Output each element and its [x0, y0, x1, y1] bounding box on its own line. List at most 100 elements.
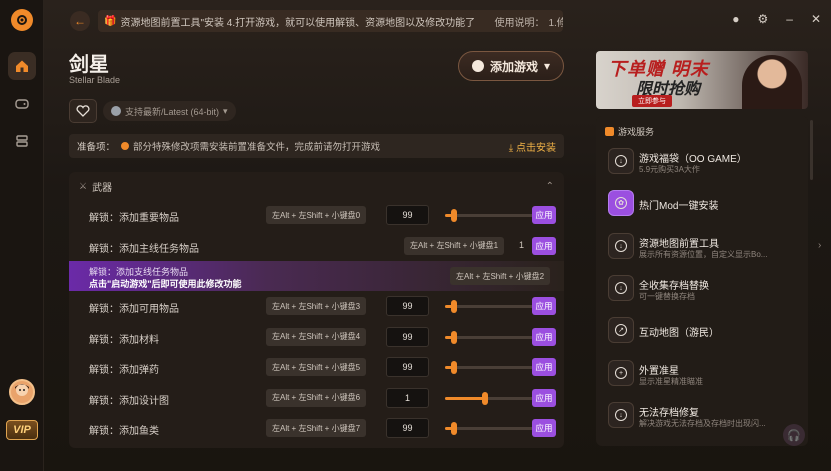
steam-icon	[471, 60, 484, 72]
cheat-name: 解锁：添加设计图	[89, 395, 169, 407]
launch-tip: 点击"启动游戏"后即可使用此修改功能	[89, 279, 242, 289]
section-header[interactable]: ⚔ 武器 ⌃	[69, 172, 564, 200]
service-item[interactable]: + 外置准星 显示准星精准瞄准	[608, 360, 803, 390]
apply-button[interactable]: 应用	[532, 206, 556, 224]
cheat-row-highlighted: 解锁：添加支线任务物品 点击"启动游戏"后即可使用此修改功能 左Alt + 左S…	[69, 261, 564, 291]
nav-storage-button[interactable]	[8, 127, 36, 155]
services-scrollbar[interactable]	[810, 120, 813, 180]
settings-icon[interactable]: ⚙	[757, 12, 768, 26]
hotkey-badge[interactable]: 左Alt + 左Shift + 小键盘0	[266, 206, 367, 224]
version-select[interactable]: 支持最新/Latest (64-bit) ▾	[103, 101, 236, 121]
nav-home-button[interactable]	[8, 52, 36, 80]
cheat-name: 解锁：添加重要物品	[89, 213, 179, 224]
services-header: 游戏服务	[605, 125, 654, 138]
install-label: 点击安装	[516, 142, 556, 154]
slider-knob[interactable]	[450, 300, 457, 313]
arrow-left-icon: ←	[74, 14, 86, 28]
hotkey-badge[interactable]: 左Alt + 左Shift + 小键盘4	[266, 327, 367, 346]
nav-games-button[interactable]	[8, 90, 36, 118]
service-item[interactable]: ↓ 资源地图前置工具 展示所有资源位置，自定义显示Bo...	[608, 233, 803, 263]
cheat-name: 解锁：添加可用物品	[89, 304, 179, 315]
service-item[interactable]: ↓ 全收集存档替换 可一键替换存档	[608, 275, 803, 305]
slider-knob[interactable]	[450, 361, 457, 374]
download-icon: ↓	[608, 233, 634, 259]
value-slider[interactable]	[445, 330, 533, 344]
service-desc: 解决游戏无法存档及存档时出现闪...	[639, 419, 766, 428]
record-icon[interactable]: ●	[732, 12, 739, 26]
apply-button[interactable]: 应用	[532, 358, 556, 376]
hotkey-badge[interactable]: 左Alt + 左Shift + 小键盘7	[266, 419, 367, 437]
game-title: 剑星	[69, 54, 109, 76]
cheat-row: 解锁：添加设计图 左Alt + 左Shift + 小键盘6 1 应用	[69, 383, 564, 414]
service-item[interactable]: ✿ 热门Mod一键安装	[608, 190, 803, 220]
cheat-name: 解锁：添加鱼类	[89, 426, 159, 437]
value-slider[interactable]	[445, 361, 533, 374]
service-title: 游戏福袋（OO GAME）	[639, 154, 747, 165]
hotkey-badge[interactable]: 左Alt + 左Shift + 小键盘3	[266, 297, 367, 315]
service-item[interactable]: ↓ 游戏福袋（OO GAME） 5.9元购买3A大作	[608, 148, 803, 178]
cheat-row: 解锁：添加可用物品 左Alt + 左Shift + 小键盘3 99 应用	[69, 291, 564, 322]
service-desc: 展示所有资源位置，自定义显示Bo...	[639, 250, 768, 259]
gamepad-icon	[15, 99, 29, 109]
promo-banner[interactable]: 下单赠 明末 限时抢购 立即参与	[596, 51, 808, 109]
apply-button[interactable]: 应用	[532, 327, 556, 346]
service-item[interactable]: ↗ 互动地图（游民）	[608, 317, 803, 347]
hotkey-badge[interactable]: 左Alt + 左Shift + 小键盘5	[266, 358, 367, 376]
prep-label: 准备项：	[77, 142, 116, 153]
map-icon: ↗	[608, 317, 634, 343]
service-title: 全收集存档替换	[639, 281, 709, 292]
value-input[interactable]: 1	[386, 387, 429, 408]
steam-icon	[111, 106, 121, 116]
apply-button[interactable]: 应用	[532, 236, 556, 255]
download-icon: ↓	[608, 402, 634, 428]
close-icon[interactable]: ✕	[811, 12, 821, 26]
notice-bar[interactable]: 🎁 资源地图前置工具"安装 4.打开游戏，就可以使用解锁、资源地图以及修改功能了…	[98, 10, 563, 32]
cheat-name: 解锁：添加弹药	[89, 365, 159, 376]
value-slider[interactable]	[445, 300, 533, 313]
service-title: 互动地图（游民）	[639, 328, 719, 339]
slider-knob[interactable]	[450, 422, 457, 435]
services-panel: 游戏服务 ↓ 游戏福袋（OO GAME） 5.9元购买3A大作 ✿ 热门Mod一…	[596, 116, 808, 446]
install-link[interactable]: ⤓ 点击安装	[509, 139, 556, 154]
chevron-up-icon[interactable]: ⌃	[546, 181, 554, 192]
minimize-icon[interactable]: –	[786, 12, 793, 26]
hotkey-badge[interactable]: 左Alt + 左Shift + 小键盘1	[404, 236, 505, 255]
home-icon	[16, 60, 28, 72]
version-label: 支持最新/Latest (64-bit)	[125, 106, 220, 117]
hotkey-badge[interactable]: 左Alt + 左Shift + 小键盘2	[450, 267, 551, 285]
value-input[interactable]: 99	[386, 205, 429, 225]
warning-dot-icon	[121, 142, 130, 150]
value-input[interactable]: 99	[386, 296, 429, 316]
app-window: VIP ← 🎁 资源地图前置工具"安装 4.打开游戏，就可以使用解锁、资源地图以…	[0, 0, 831, 471]
slider-knob[interactable]	[450, 209, 457, 222]
support-headset-icon[interactable]: 🎧	[783, 424, 805, 446]
app-logo-icon[interactable]	[11, 9, 33, 31]
window-controls: ● ⚙ – ✕	[732, 12, 821, 26]
value-slider[interactable]	[445, 209, 533, 222]
slider-knob[interactable]	[450, 330, 457, 344]
value-slider[interactable]	[445, 422, 533, 435]
slider-knob[interactable]	[481, 391, 488, 405]
back-button[interactable]: ←	[70, 11, 90, 31]
chevron-right-icon[interactable]: ›	[818, 240, 821, 251]
value-display: 1	[519, 239, 525, 250]
value-input[interactable]: 99	[386, 326, 429, 347]
apply-button[interactable]: 应用	[532, 388, 556, 407]
value-input[interactable]: 99	[386, 418, 429, 438]
value-slider[interactable]	[445, 391, 533, 405]
services-title: 游戏服务	[618, 127, 655, 137]
storage-icon	[16, 135, 28, 147]
hotkey-badge[interactable]: 左Alt + 左Shift + 小键盘6	[266, 388, 367, 407]
apply-button[interactable]: 应用	[532, 419, 556, 437]
value-input[interactable]: 99	[386, 357, 429, 377]
add-game-button[interactable]: 添加游戏 ▾	[458, 51, 564, 81]
favorite-button[interactable]	[69, 99, 97, 123]
service-item[interactable]: ↓ 无法存档修复 解决游戏无法存档及存档时出现闪...	[608, 402, 803, 432]
apply-button[interactable]: 应用	[532, 297, 556, 315]
service-title: 资源地图前置工具	[639, 239, 719, 250]
user-avatar[interactable]	[9, 379, 35, 405]
guide-value: 1.修2	[548, 17, 563, 29]
service-title: 热门Mod一键安装	[639, 201, 719, 212]
weapon-icon: ⚔	[79, 180, 88, 191]
vip-badge[interactable]: VIP	[6, 420, 38, 440]
